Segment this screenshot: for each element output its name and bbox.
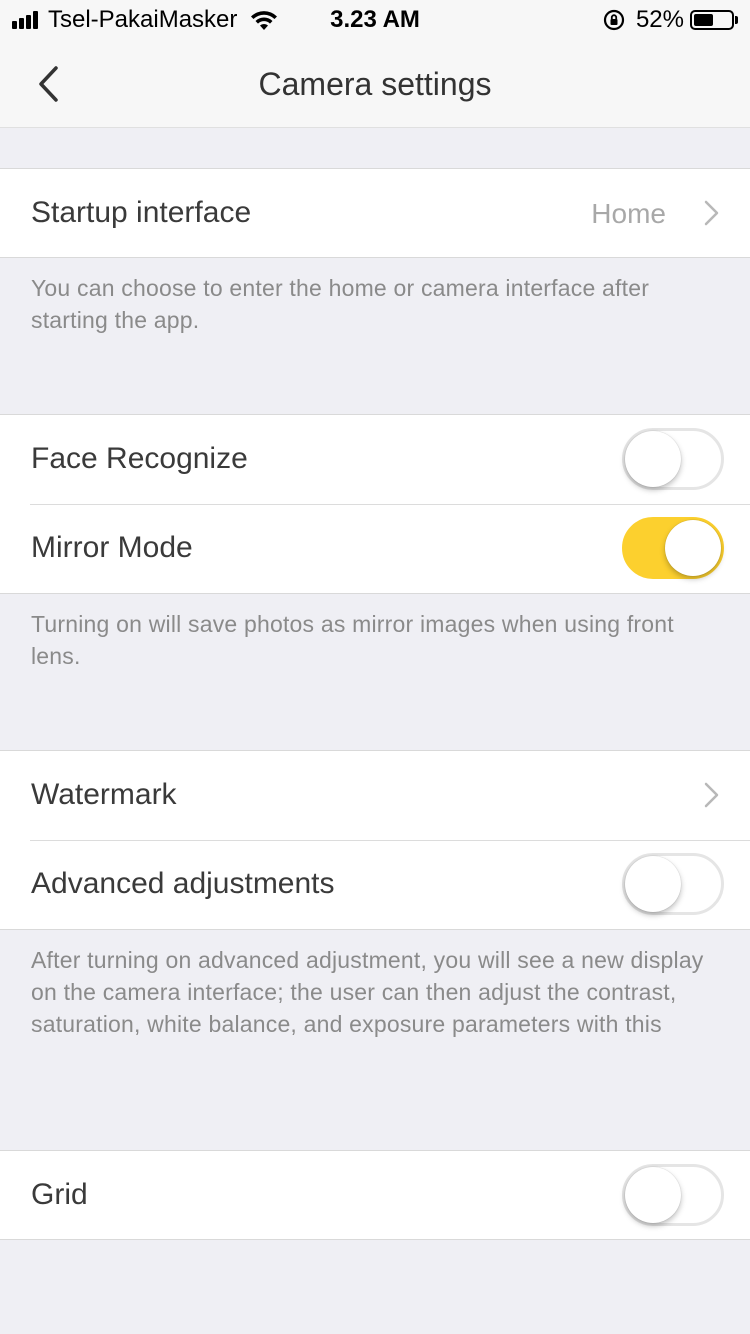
toggle-knob bbox=[665, 520, 721, 576]
back-button[interactable] bbox=[24, 60, 72, 108]
startup-interface-row[interactable]: Startup interface Home bbox=[0, 169, 750, 258]
battery-percent: 52% bbox=[635, 6, 684, 33]
startup-interface-label: Startup interface bbox=[31, 196, 252, 229]
adjustments-group: Watermark Advanced adjustments bbox=[0, 750, 750, 930]
toggle-knob bbox=[625, 856, 681, 912]
advanced-adjustments-toggle[interactable] bbox=[622, 853, 724, 915]
camera-options-group: Face Recognize Mirror Mode bbox=[0, 414, 750, 594]
grid-group: Grid bbox=[0, 1150, 750, 1240]
battery-icon bbox=[690, 10, 734, 30]
chevron-right-icon bbox=[704, 782, 719, 808]
advanced-adjustments-note: After turning on advanced adjustment, yo… bbox=[31, 947, 704, 1037]
status-bar: Tsel-PakaiMasker 3.23 AM 52% bbox=[0, 0, 750, 40]
watermark-row[interactable]: Watermark bbox=[0, 751, 750, 840]
chevron-right-icon bbox=[704, 200, 719, 226]
startup-note: You can choose to enter the home or came… bbox=[31, 275, 650, 333]
grid-label: Grid bbox=[31, 1178, 88, 1211]
page-title: Camera settings bbox=[258, 66, 492, 102]
face-recognize-label: Face Recognize bbox=[31, 442, 248, 475]
startup-group: Startup interface Home bbox=[0, 168, 750, 258]
navigation-bar: Camera settings bbox=[0, 40, 750, 128]
face-recognize-row: Face Recognize bbox=[0, 415, 750, 504]
battery-cap bbox=[735, 16, 738, 24]
chevron-left-icon bbox=[39, 66, 58, 102]
startup-interface-value: Home bbox=[591, 198, 666, 229]
toggle-knob bbox=[625, 1167, 681, 1223]
mirror-mode-label: Mirror Mode bbox=[31, 531, 193, 564]
battery-fill bbox=[694, 14, 713, 26]
mirror-mode-note: Turning on will save photos as mirror im… bbox=[31, 611, 674, 669]
advanced-adjustments-row: Advanced adjustments bbox=[0, 840, 750, 929]
watermark-label: Watermark bbox=[31, 778, 177, 811]
face-recognize-toggle[interactable] bbox=[622, 428, 724, 490]
toggle-knob bbox=[625, 431, 681, 487]
mirror-mode-toggle[interactable] bbox=[622, 517, 724, 579]
orientation-lock-icon bbox=[603, 9, 625, 31]
status-right: 52% bbox=[602, 6, 738, 34]
mirror-mode-row: Mirror Mode bbox=[0, 504, 750, 593]
grid-toggle[interactable] bbox=[622, 1164, 724, 1226]
grid-row: Grid bbox=[0, 1151, 750, 1240]
advanced-adjustments-label: Advanced adjustments bbox=[31, 867, 335, 900]
